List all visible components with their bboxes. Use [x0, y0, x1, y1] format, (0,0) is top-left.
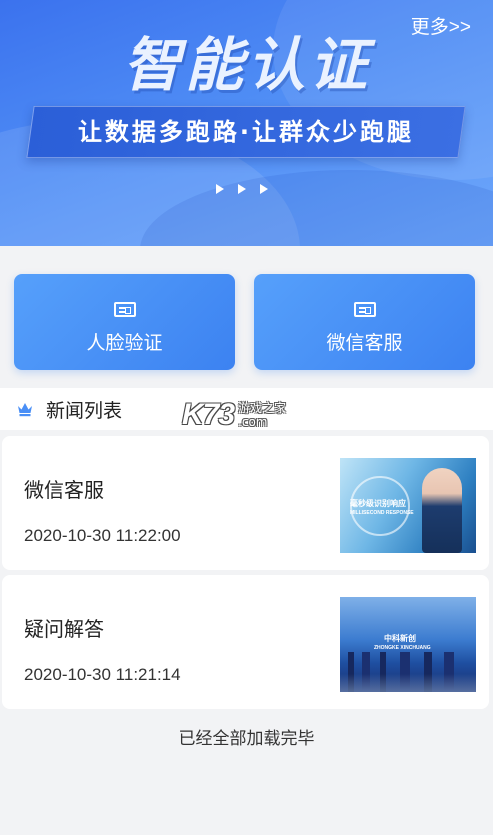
crown-icon [18, 403, 32, 417]
face-verify-label: 人脸验证 [86, 332, 163, 354]
news-item-time: 2020-10-30 11:22:00 [24, 526, 181, 545]
face-verify-button[interactable]: 人脸验证 [14, 274, 235, 370]
arrow-right-icon [260, 184, 268, 194]
wechat-service-button[interactable]: 微信客服 [254, 274, 475, 370]
arrow-right-icon [216, 184, 224, 194]
carousel-arrows-icon [216, 184, 268, 194]
news-item-time: 2020-10-30 11:21:14 [24, 665, 181, 684]
banner-title: 智能认证 [122, 31, 371, 99]
thumbnail-caption: ZHONGKE XINCHUANG [374, 645, 431, 651]
id-card-icon [113, 302, 136, 317]
app-screen: 智能认证 更多>> 让数据多跑路·让群众少跑腿 人脸验证 微信客服 新闻列表 K… [0, 0, 493, 835]
wechat-service-label: 微信客服 [326, 332, 403, 354]
watermark-sub: .com [238, 415, 268, 429]
news-item-title: 疑问解答 [24, 617, 104, 641]
news-section-title: 新闻列表 [46, 400, 123, 422]
more-link[interactable]: 更多>> [411, 12, 471, 39]
watermark-logo: K73 游戏之家 .com [182, 398, 286, 432]
watermark-main: K73 [182, 398, 235, 431]
hero-banner[interactable]: 智能认证 更多>> 让数据多跑路·让群众少跑腿 [0, 0, 493, 246]
id-card-icon [353, 302, 376, 317]
thumbnail-person [422, 468, 462, 553]
news-thumbnail: 毫秒级识别响应 MILLISECOND RESPONSE [340, 458, 476, 553]
news-item-title: 微信客服 [24, 478, 104, 502]
banner-slogan: 让数据多跑路·让群众少跑腿 [77, 118, 415, 146]
thumbnail-caption: MILLISECOND RESPONSE [350, 510, 414, 516]
thumbnail-lights [340, 674, 476, 692]
thumbnail-caption: 中科新创 [384, 634, 416, 643]
thumbnail-caption: 毫秒级识别响应 [350, 499, 406, 508]
list-item[interactable]: 微信客服 2020-10-30 11:22:00 毫秒级识别响应 MILLISE… [2, 436, 489, 570]
arrow-right-icon [238, 184, 246, 194]
watermark-sub: 游戏之家 [238, 401, 287, 415]
news-thumbnail: 中科新创 ZHONGKE XINCHUANG [340, 597, 476, 692]
load-complete-text: 已经全部加载完毕 [178, 729, 315, 749]
list-item[interactable]: 疑问解答 2020-10-30 11:21:14 中科新创 ZHONGKE XI… [2, 575, 489, 709]
